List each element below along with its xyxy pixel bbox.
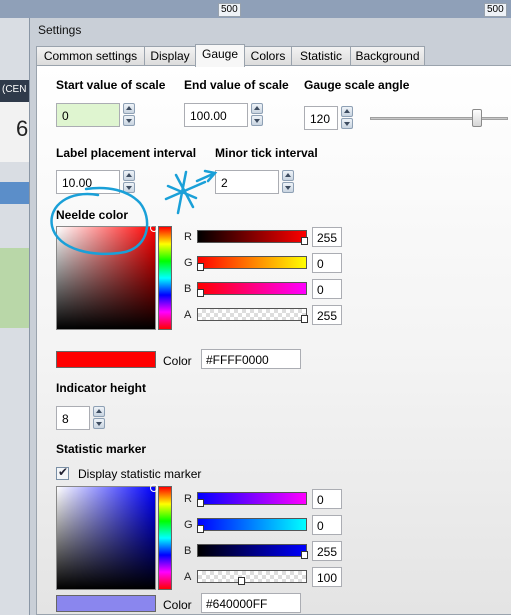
tab-gauge[interactable]: Gauge xyxy=(195,44,245,67)
annotation-circle xyxy=(50,186,149,256)
hand-drawn-annotation xyxy=(50,169,218,256)
annotation-asterisk-arrow xyxy=(164,169,218,215)
